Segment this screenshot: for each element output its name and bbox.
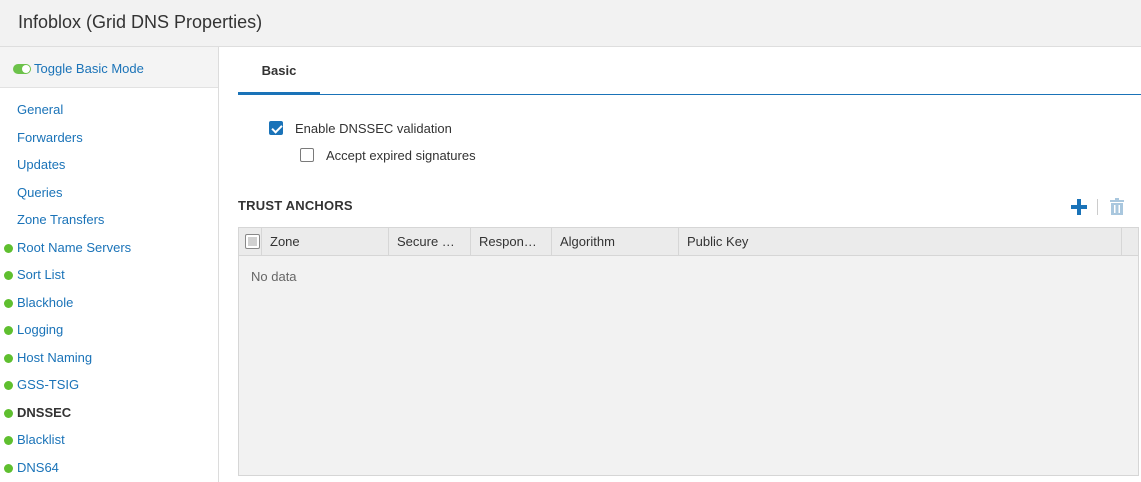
status-dot-icon: [4, 408, 13, 418]
status-dot-icon: [4, 353, 13, 363]
status-dot-icon: [4, 463, 13, 473]
toolbar-divider: [1097, 199, 1098, 215]
sidebar-item-root-name-servers[interactable]: Root Name Servers: [0, 234, 218, 262]
sidebar-item-updates[interactable]: Updates: [0, 151, 218, 179]
main-panel: Basic Enable DNSSEC validation Accept ex…: [219, 47, 1141, 482]
column-header-secure[interactable]: Secure …: [389, 228, 471, 255]
enable-dnssec-label: Enable DNSSEC validation: [295, 120, 452, 136]
sidebar-item-label: Blackhole: [17, 294, 74, 310]
sidebar-item-dns64[interactable]: DNS64: [0, 454, 218, 482]
sidebar-item-forwarders[interactable]: Forwarders: [0, 124, 218, 152]
select-all-checkbox[interactable]: [245, 234, 260, 249]
column-header-zone[interactable]: Zone: [262, 228, 389, 255]
status-dot-icon: [4, 298, 13, 308]
status-dot-icon: [4, 243, 13, 253]
sidebar-nav: General Forwarders Updates Queries Zone …: [0, 96, 218, 481]
sidebar-item-label: Queries: [17, 184, 63, 200]
accept-expired-checkbox[interactable]: [300, 148, 314, 162]
sidebar-item-blacklist[interactable]: Blacklist: [0, 426, 218, 454]
sidebar-item-label: GSS-TSIG: [17, 377, 80, 392]
tab-bar: Basic: [238, 47, 1141, 95]
column-header-algorithm[interactable]: Algorithm: [552, 228, 679, 255]
sidebar-item-label: Logging: [17, 322, 64, 337]
sidebar-item-general[interactable]: General: [0, 96, 218, 124]
sidebar-item-zone-transfers[interactable]: Zone Transfers: [0, 206, 218, 234]
sidebar-item-label: Updates: [17, 157, 66, 172]
window-title: Infoblox (Grid DNS Properties): [18, 12, 263, 32]
sidebar-item-label: Sort List: [17, 267, 65, 282]
tab-basic[interactable]: Basic: [238, 47, 320, 95]
select-all-cell: [239, 228, 262, 255]
sidebar-item-label: Root Name Servers: [17, 239, 132, 255]
accept-expired-row: Accept expired signatures: [300, 146, 476, 164]
sidebar-item-label: Blacklist: [17, 432, 65, 447]
status-dot-icon: [4, 271, 13, 280]
trust-anchors-table: Zone Secure … Respon… Algorithm Public K…: [238, 227, 1139, 476]
trash-icon[interactable]: [1109, 198, 1125, 216]
sidebar-item-logging[interactable]: Logging: [0, 316, 218, 344]
status-dot-icon: [4, 436, 13, 445]
accept-expired-label: Accept expired signatures: [326, 147, 476, 163]
status-dot-icon: [4, 381, 13, 390]
sidebar-item-queries[interactable]: Queries: [0, 179, 218, 207]
plus-icon[interactable]: [1070, 198, 1088, 216]
table-header: Zone Secure … Respon… Algorithm Public K…: [239, 228, 1138, 256]
enable-dnssec-checkbox[interactable]: [269, 121, 283, 135]
enable-dnssec-row: Enable DNSSEC validation: [269, 119, 452, 137]
toggle-basic-mode[interactable]: Toggle Basic Mode: [0, 47, 218, 88]
sidebar-item-label: DNSSEC: [17, 404, 72, 420]
status-dot-icon: [4, 326, 13, 335]
sidebar-item-label: DNS64: [17, 459, 59, 475]
sidebar-item-label: Zone Transfers: [17, 212, 105, 227]
column-header-public-key[interactable]: Public Key: [679, 228, 1122, 255]
title-bar: Infoblox (Grid DNS Properties): [0, 0, 1141, 47]
toggle-basic-mode-label[interactable]: Toggle Basic Mode: [34, 61, 144, 76]
toggle-switch-icon[interactable]: [13, 64, 31, 74]
sidebar-item-dnssec[interactable]: DNSSEC: [0, 399, 218, 427]
sidebar: Toggle Basic Mode General Forwarders Upd…: [0, 47, 219, 482]
empty-table-message: No data: [251, 269, 297, 284]
sidebar-item-label: Host Naming: [17, 349, 93, 365]
trust-anchors-title: TRUST ANCHORS: [238, 198, 353, 213]
sidebar-item-label: Forwarders: [17, 129, 83, 145]
sidebar-item-blackhole[interactable]: Blackhole: [0, 289, 218, 317]
sidebar-item-sort-list[interactable]: Sort List: [0, 261, 218, 289]
sidebar-item-host-naming[interactable]: Host Naming: [0, 344, 218, 372]
sidebar-item-label: General: [17, 102, 64, 117]
sidebar-item-gss-tsig[interactable]: GSS-TSIG: [0, 371, 218, 399]
column-header-response[interactable]: Respon…: [471, 228, 552, 255]
